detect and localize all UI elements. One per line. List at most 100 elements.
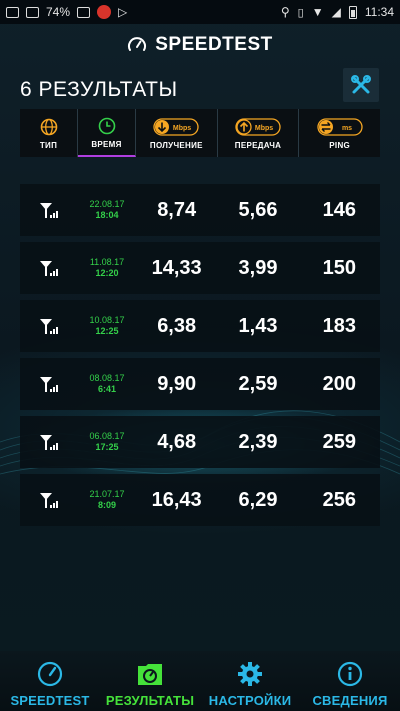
tools-icon	[351, 75, 371, 94]
column-upload-label: ПЕРЕДАЧА	[234, 140, 282, 150]
speedtest-logo-icon	[128, 37, 147, 51]
download-icon: Mbps	[153, 117, 199, 136]
result-download: 8,74	[157, 198, 197, 221]
signal-icon: ◢	[331, 5, 341, 19]
result-date: 22.08.17	[89, 199, 125, 209]
result-datetime: 22.08.17 18:04	[78, 199, 136, 221]
gear-icon	[238, 662, 262, 686]
logo-text: SPEEDTEST	[155, 34, 273, 55]
connection-type	[20, 375, 78, 393]
results-list: 22.08.17 18:04 8,74 5,66 146 11.08.17 12…	[20, 184, 380, 532]
speedtest-logo: SPEEDTEST	[0, 34, 400, 56]
result-download: 4,68	[157, 430, 197, 453]
play-icon: ▷	[118, 5, 128, 19]
result-date: 11.08.17	[89, 257, 125, 267]
column-type[interactable]: ТИП	[20, 109, 78, 157]
ping-icon: ms	[317, 117, 363, 136]
battery-icon	[348, 5, 357, 19]
cell-signal-icon	[40, 261, 58, 276]
result-upload: 2,39	[238, 430, 278, 453]
result-time: 17:25	[95, 442, 119, 452]
result-row[interactable]: 11.08.17 12:20 14,33 3,99 150	[20, 242, 380, 294]
connection-type	[20, 317, 78, 335]
gauge-icon	[37, 661, 63, 687]
nav-info[interactable]: СВЕДЕНИЯ	[300, 651, 400, 711]
result-ping: 256	[322, 488, 356, 511]
result-upload: 1,43	[238, 314, 278, 337]
nav-settings-label: НАСТРОЙКИ	[208, 693, 292, 708]
result-ping: 150	[322, 256, 356, 279]
result-time: 12:25	[95, 326, 119, 336]
results-column-header: ТИП ВРЕМЯ Mbps ПОЛУЧЕНИЕ Mbps ПЕРЕДАЧА m…	[20, 109, 380, 157]
info-icon	[337, 661, 363, 687]
nav-info-label: СВЕДЕНИЯ	[312, 693, 388, 708]
location-icon: ⚲	[280, 5, 290, 19]
globe-icon	[40, 118, 57, 135]
result-upload: 2,59	[238, 372, 278, 395]
column-time-label: ВРЕМЯ	[91, 139, 122, 149]
nav-results-label: РЕЗУЛЬТАТЫ	[105, 693, 195, 708]
result-download: 6,38	[157, 314, 197, 337]
connection-type	[20, 259, 78, 277]
result-ping: 183	[322, 314, 356, 337]
ping-unit: ms	[342, 125, 352, 132]
column-upload[interactable]: Mbps ПЕРЕДАЧА	[218, 109, 300, 157]
nav-settings[interactable]: НАСТРОЙКИ	[200, 651, 300, 711]
result-time: 8:09	[97, 500, 116, 510]
result-datetime: 10.08.17 12:25	[78, 315, 136, 337]
result-row[interactable]: 21.07.17 8:09 16,43 6,29 256	[20, 474, 380, 526]
mail-icon	[6, 6, 19, 18]
result-time: 6:41	[97, 384, 116, 394]
connection-type	[20, 433, 78, 451]
folder-icon	[138, 664, 162, 685]
result-upload: 5,66	[238, 198, 278, 221]
clock: 11:34	[364, 5, 394, 19]
clock-icon	[98, 117, 115, 134]
result-date: 10.08.17	[89, 315, 125, 325]
result-datetime: 08.08.17 6:41	[78, 373, 136, 395]
page-title: 6 РЕЗУЛЬТАТЫ	[20, 78, 178, 101]
cell-signal-icon	[40, 319, 58, 334]
cell-signal-icon	[40, 203, 58, 218]
result-upload: 6,29	[238, 488, 278, 511]
nav-speedtest[interactable]: SPEEDTEST	[0, 651, 100, 711]
download-unit: Mbps	[173, 125, 191, 132]
result-row[interactable]: 06.08.17 17:25 4,68 2,39 259	[20, 416, 380, 468]
result-download: 9,90	[157, 372, 197, 395]
column-time[interactable]: ВРЕМЯ	[78, 109, 136, 157]
result-row[interactable]: 08.08.17 6:41 9,90 2,59 200	[20, 358, 380, 410]
battery-percent: 74%	[46, 5, 71, 19]
app-notification-icon	[97, 5, 112, 19]
result-row[interactable]: 10.08.17 12:25 6,38 1,43 183	[20, 300, 380, 352]
result-datetime: 11.08.17 12:20	[78, 257, 136, 279]
cell-signal-icon	[40, 377, 58, 392]
gmail-icon	[26, 6, 39, 18]
vibrate-icon: ▯	[297, 6, 304, 19]
image-icon	[77, 6, 91, 18]
result-time: 12:20	[95, 268, 119, 278]
column-download[interactable]: Mbps ПОЛУЧЕНИЕ	[136, 109, 218, 157]
status-bar: 74% ▷ ⚲ ▯ ▼ ◢ 11:34	[0, 0, 400, 24]
connection-type	[20, 201, 78, 219]
column-ping[interactable]: ms PING	[299, 109, 380, 157]
result-date: 06.08.17	[89, 431, 125, 441]
result-date: 21.07.17	[89, 489, 125, 499]
column-type-label: ТИП	[39, 140, 58, 150]
result-datetime: 21.07.17 8:09	[78, 489, 136, 511]
result-ping: 146	[322, 198, 356, 221]
bottom-nav: SPEEDTEST РЕЗУЛЬТАТЫ НАСТРОЙКИ СВЕДЕНИЯ	[0, 651, 400, 711]
result-upload: 3,99	[238, 256, 278, 279]
result-date: 08.08.17	[89, 373, 125, 383]
result-download: 14,33	[151, 256, 202, 279]
result-ping: 259	[322, 430, 356, 453]
result-time: 18:04	[95, 210, 119, 220]
result-ping: 200	[322, 372, 356, 395]
column-download-label: ПОЛУЧЕНИЕ	[149, 140, 203, 150]
nav-results[interactable]: РЕЗУЛЬТАТЫ	[100, 651, 200, 711]
result-row[interactable]: 22.08.17 18:04 8,74 5,66 146	[20, 184, 380, 236]
connection-type	[20, 491, 78, 509]
column-ping-label: PING	[329, 140, 351, 150]
nav-speedtest-label: SPEEDTEST	[10, 693, 90, 708]
tools-button[interactable]	[343, 68, 379, 102]
upload-icon: Mbps	[235, 117, 281, 136]
